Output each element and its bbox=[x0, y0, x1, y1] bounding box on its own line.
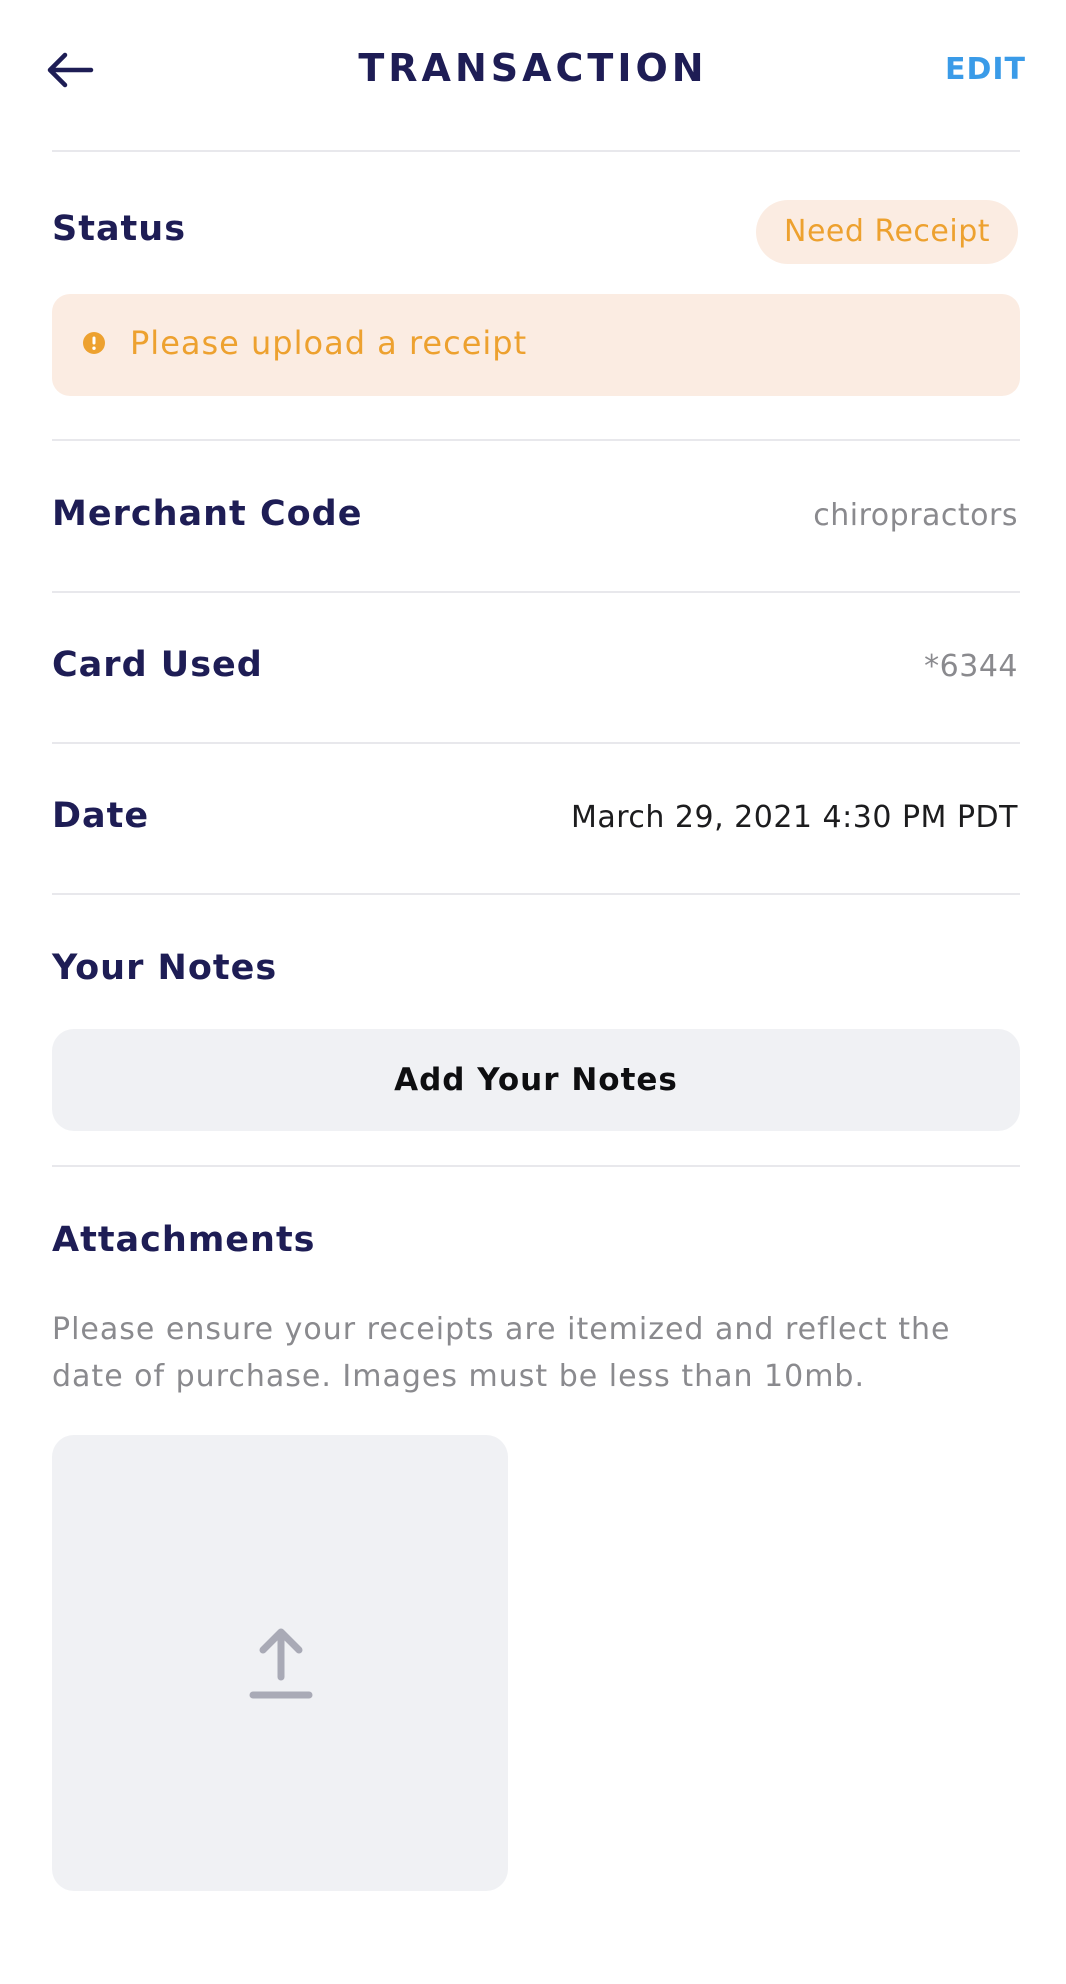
attachments-description: Please ensure your receipts are itemized… bbox=[52, 1312, 951, 1394]
edit-button[interactable]: EDIT bbox=[945, 52, 1026, 87]
divider bbox=[52, 150, 1020, 152]
upload-icon bbox=[249, 1628, 313, 1699]
status-badge: Need Receipt bbox=[756, 200, 1018, 264]
divider bbox=[52, 742, 1020, 744]
date-value: March 29, 2021 4:30 PM PDT bbox=[570, 800, 1018, 835]
divider bbox=[52, 439, 1020, 441]
add-notes-button[interactable]: Add Your Notes bbox=[52, 1029, 1020, 1131]
exclamation-circle-icon bbox=[83, 332, 105, 354]
divider bbox=[52, 1165, 1020, 1167]
card-used-label: Card Used bbox=[52, 645, 263, 685]
status-label: Status bbox=[52, 209, 187, 249]
notes-label: Your Notes bbox=[52, 948, 278, 988]
transaction-screen: TRANSACTION EDIT Status Need Receipt Ple… bbox=[0, 0, 1066, 1984]
page-title: TRANSACTION bbox=[358, 46, 708, 90]
alert-text: Please upload a receipt bbox=[130, 324, 528, 362]
attachments-label: Attachments bbox=[52, 1220, 316, 1260]
merchant-code-value: chiropractors bbox=[813, 498, 1018, 533]
receipt-alert: Please upload a receipt bbox=[52, 294, 1020, 396]
date-label: Date bbox=[52, 796, 150, 836]
upload-attachment-button[interactable] bbox=[52, 1435, 508, 1891]
card-used-value: *6344 bbox=[924, 649, 1018, 684]
divider bbox=[52, 591, 1020, 593]
header: TRANSACTION EDIT bbox=[0, 0, 1066, 152]
merchant-code-label: Merchant Code bbox=[52, 494, 363, 534]
divider bbox=[52, 893, 1020, 895]
